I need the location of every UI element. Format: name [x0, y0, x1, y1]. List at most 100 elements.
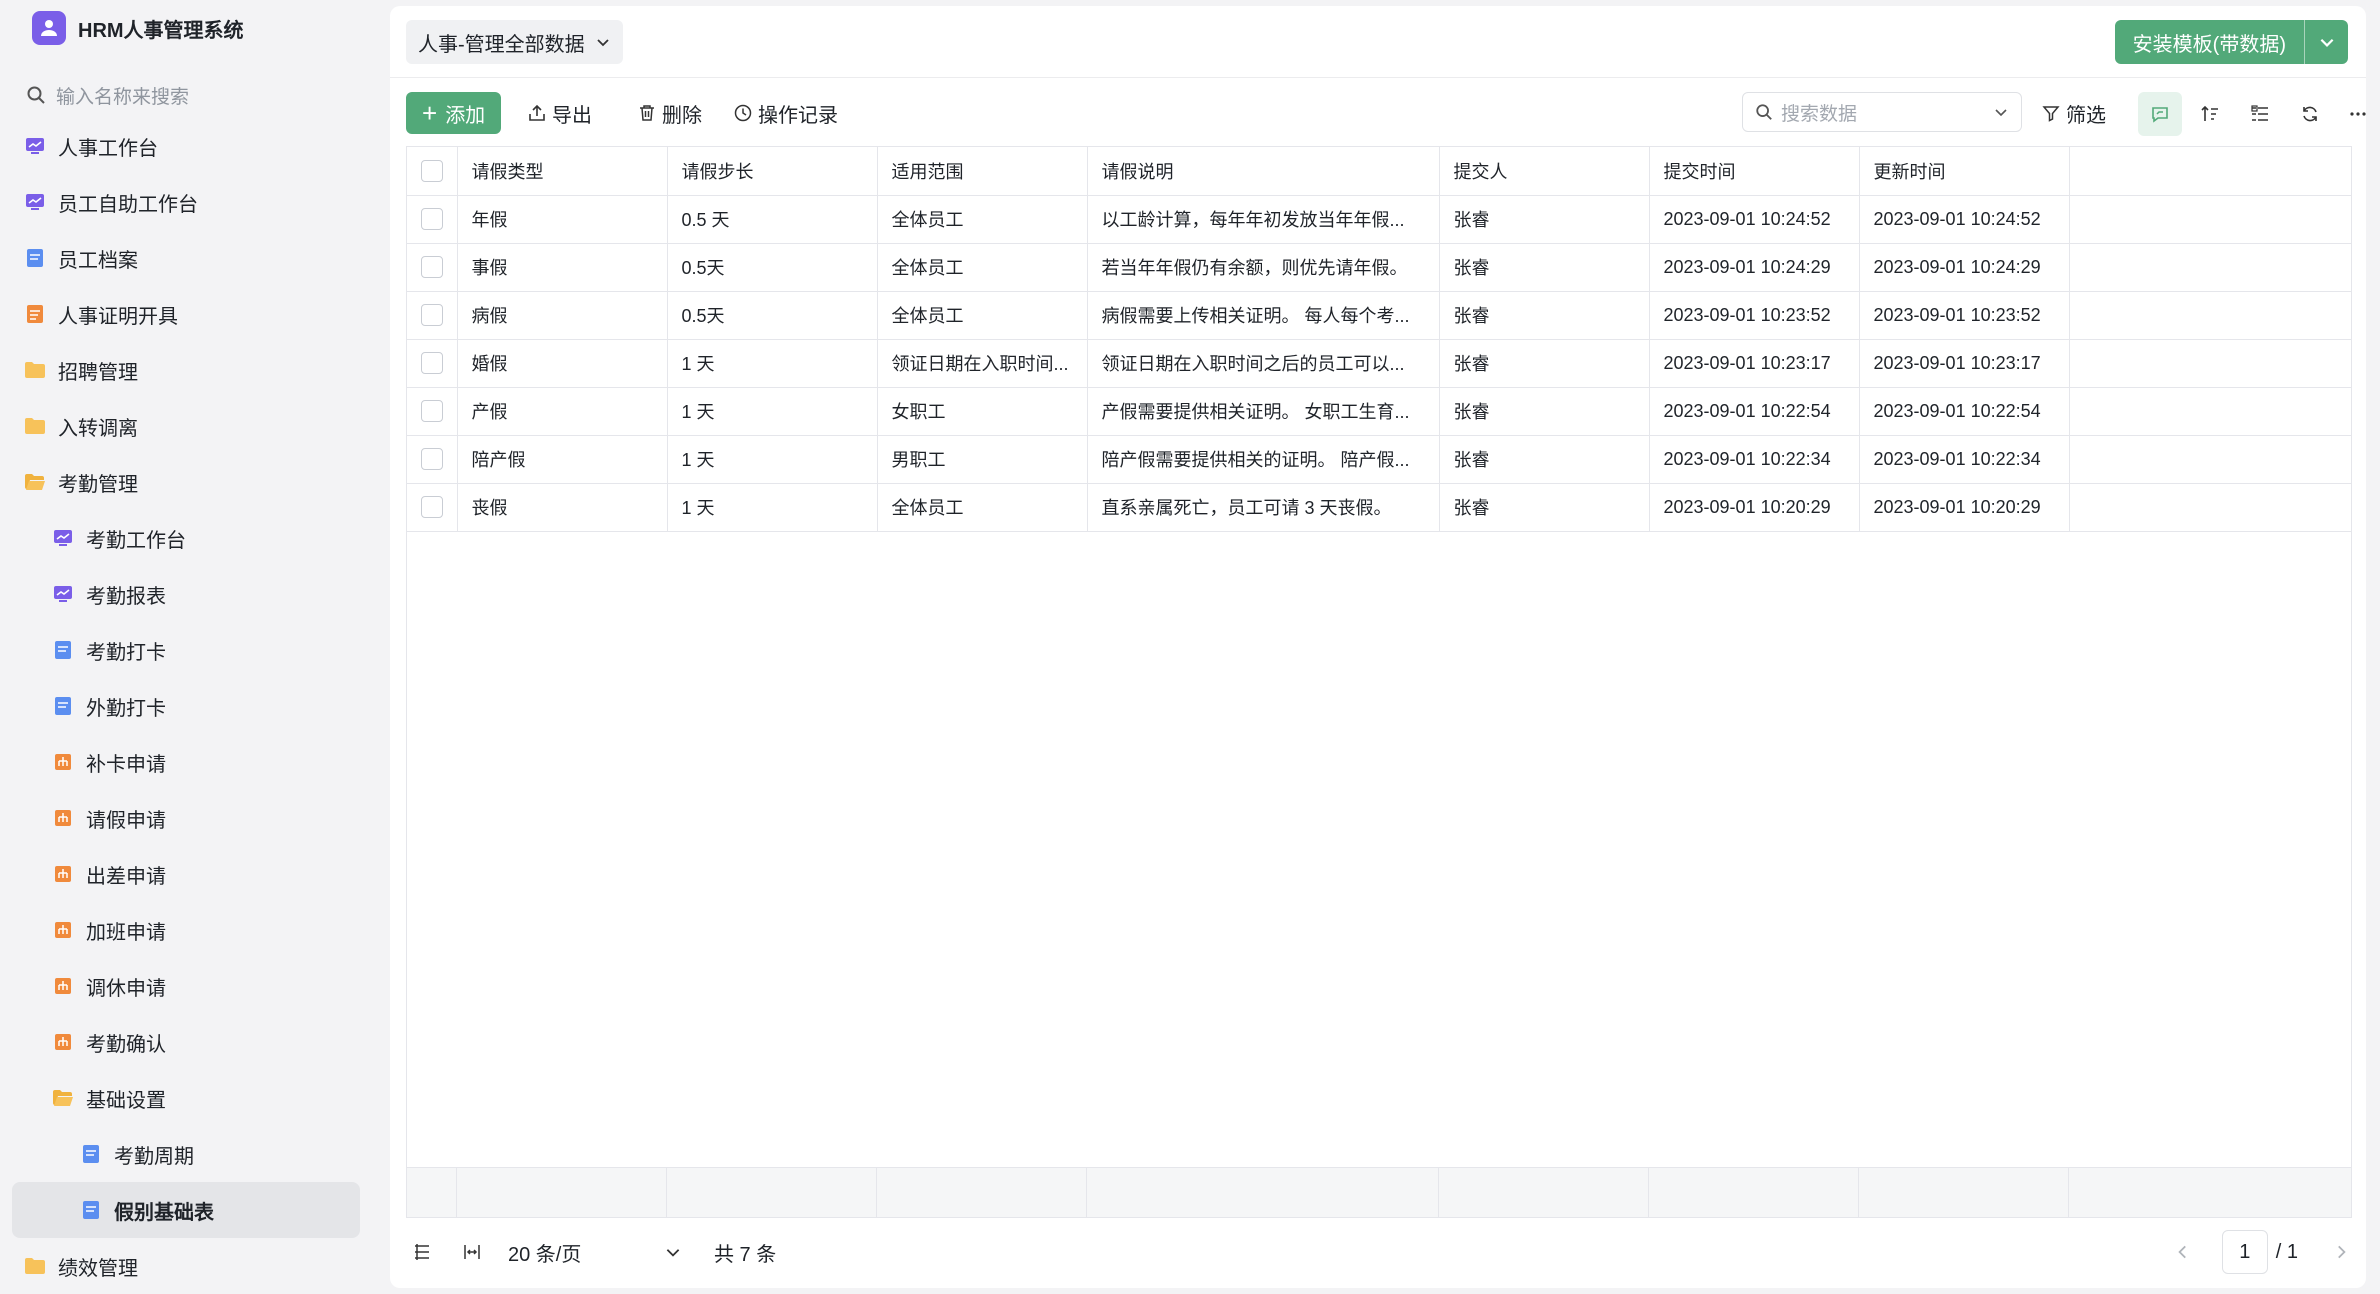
cell-description[interactable]: 病假需要上传相关证明。 每人每个考... — [1087, 291, 1440, 340]
install-template-button[interactable]: 安装模板(带数据) — [2114, 20, 2348, 64]
sidebar-item[interactable]: 员工档案 — [12, 230, 360, 286]
sidebar-item[interactable]: 考勤周期 — [12, 1126, 360, 1182]
sidebar-item[interactable]: 考勤工作台 — [12, 510, 360, 566]
table-row[interactable]: 婚假 1 天领证日期在入职时间... 领证日期在入职时间之后的员工可以... 张睿 20… — [407, 339, 2352, 388]
cell-scope[interactable]: 男职工 — [877, 435, 1088, 484]
row-checkbox[interactable] — [420, 400, 443, 423]
column-header-description[interactable]: 请假说明 — [1087, 147, 1440, 196]
cell-leave-step[interactable]: 0.5 天 — [667, 195, 878, 244]
cell-submitter[interactable]: 张睿 — [1439, 339, 1650, 388]
select-all-checkbox[interactable] — [420, 159, 443, 182]
data-search-input[interactable]: 搜索数据 — [1742, 92, 2022, 132]
row-checkbox[interactable] — [420, 256, 443, 279]
sidebar-item[interactable]: 假别基础表 — [12, 1182, 360, 1238]
cell-update-time[interactable]: 2023-09-01 10:22:54 — [1859, 387, 2070, 436]
chevron-right-icon[interactable] — [2332, 1243, 2350, 1261]
cell-leave-step[interactable]: 1 天 — [667, 387, 878, 436]
select-all-checkbox-cell[interactable] — [407, 147, 458, 196]
cell-leave-type[interactable]: 婚假 — [457, 339, 668, 388]
cell-leave-type[interactable]: 丧假 — [457, 483, 668, 532]
table-row[interactable]: 产假 1 天女职工 产假需要提供相关证明。 女职工生育... 张睿 2023-09-01… — [407, 387, 2352, 436]
cell-description[interactable]: 领证日期在入职时间之后的员工可以... — [1087, 339, 1440, 388]
column-header-update-time[interactable]: 更新时间 — [1859, 147, 2070, 196]
sidebar-item[interactable]: 考勤打卡 — [12, 622, 360, 678]
cell-description[interactable]: 若当年年假仍有余额，则优先请年假。 — [1087, 243, 1440, 292]
cell-description[interactable]: 产假需要提供相关证明。 女职工生育... — [1087, 387, 1440, 436]
cell-scope[interactable]: 女职工 — [877, 387, 1088, 436]
cell-leave-step[interactable]: 0.5天 — [667, 243, 878, 292]
install-dropdown-button[interactable] — [2304, 20, 2348, 64]
sidebar-item[interactable]: 入转调离 — [12, 398, 360, 454]
column-width-icon[interactable] — [462, 1242, 482, 1262]
cell-submit-time[interactable]: 2023-09-01 10:24:52 — [1649, 195, 1860, 244]
page-size-select[interactable]: 20 条/页 — [508, 1238, 682, 1267]
cell-scope[interactable]: 全体员工 — [877, 195, 1088, 244]
comment-view-button[interactable] — [2138, 92, 2182, 136]
cell-submit-time[interactable]: 2023-09-01 10:23:52 — [1649, 291, 1860, 340]
filter-button[interactable]: 筛选 — [2042, 92, 2106, 134]
row-height-icon[interactable] — [412, 1242, 432, 1262]
cell-submit-time[interactable]: 2023-09-01 10:23:17 — [1649, 339, 1860, 388]
sidebar-item[interactable]: 绩效管理 — [12, 1238, 360, 1294]
column-header-submitter[interactable]: 提交人 — [1439, 147, 1650, 196]
row-checkbox[interactable] — [420, 496, 443, 519]
cell-submitter[interactable]: 张睿 — [1439, 387, 1650, 436]
cell-update-time[interactable]: 2023-09-01 10:20:29 — [1859, 483, 2070, 532]
cell-submitter[interactable]: 张睿 — [1439, 291, 1650, 340]
row-checkbox[interactable] — [420, 208, 443, 231]
sidebar-search[interactable]: 输入名称来搜索 — [26, 80, 189, 110]
sort-button[interactable] — [2188, 92, 2232, 136]
sidebar-item[interactable]: 考勤管理 — [12, 454, 360, 510]
column-header-scope[interactable]: 适用范围 — [877, 147, 1088, 196]
cell-submit-time[interactable]: 2023-09-01 10:20:29 — [1649, 483, 1860, 532]
cell-update-time[interactable]: 2023-09-01 10:23:52 — [1859, 291, 2070, 340]
cell-submitter[interactable]: 张睿 — [1439, 483, 1650, 532]
table-row[interactable]: 事假 0.5天 全体员工 若当年年假仍有余额，则优先请年假。 张睿 2023-09-01 … — [407, 243, 2352, 292]
sidebar-item[interactable]: 加班申请 — [12, 902, 360, 958]
cell-update-time[interactable]: 2023-09-01 10:22:34 — [1859, 435, 2070, 484]
cell-scope[interactable]: 全体员工 — [877, 243, 1088, 292]
cell-scope[interactable]: 全体员工 — [877, 483, 1088, 532]
table-row[interactable]: 年假 0.5 天全体员工 以工龄计算，每年年初发放当年年假... 张睿 2023-09-… — [407, 195, 2352, 244]
sidebar-item[interactable]: 请假申请 — [12, 790, 360, 846]
cell-submitter[interactable]: 张睿 — [1439, 435, 1650, 484]
column-header-submit-time[interactable]: 提交时间 — [1649, 147, 1860, 196]
row-checkbox-cell[interactable] — [407, 483, 458, 532]
cell-leave-type[interactable]: 年假 — [457, 195, 668, 244]
cell-submit-time[interactable]: 2023-09-01 10:22:34 — [1649, 435, 1860, 484]
group-button[interactable] — [2238, 92, 2282, 136]
cell-leave-type[interactable]: 病假 — [457, 291, 668, 340]
install-template-label[interactable]: 安装模板(带数据) — [2114, 20, 2304, 64]
row-checkbox-cell[interactable] — [407, 387, 458, 436]
current-page-input[interactable]: 1 — [2221, 1230, 2268, 1274]
operation-log-button[interactable]: 操作记录 — [734, 92, 838, 134]
row-checkbox-cell[interactable] — [407, 291, 458, 340]
add-button[interactable]: + 添加 — [406, 92, 502, 134]
sidebar-item[interactable]: 出差申请 — [12, 846, 360, 902]
view-selector[interactable]: 人事-管理全部数据 — [406, 20, 623, 64]
chevron-down-icon[interactable] — [1993, 104, 2009, 120]
sidebar-item[interactable]: 人事工作台 — [12, 118, 360, 174]
sidebar-item[interactable]: 调休申请 — [12, 958, 360, 1014]
cell-leave-step[interactable]: 0.5天 — [667, 291, 878, 340]
cell-leave-step[interactable]: 1 天 — [667, 483, 878, 532]
sidebar-item[interactable]: 考勤报表 — [12, 566, 360, 622]
cell-submitter[interactable]: 张睿 — [1439, 195, 1650, 244]
cell-scope[interactable]: 全体员工 — [877, 291, 1088, 340]
sidebar-item[interactable]: 补卡申请 — [12, 734, 360, 790]
row-checkbox-cell[interactable] — [407, 243, 458, 292]
sidebar-item[interactable]: 人事证明开具 — [12, 286, 360, 342]
column-header-leave-type[interactable]: 请假类型 — [457, 147, 668, 196]
row-checkbox[interactable] — [420, 304, 443, 327]
sidebar-item[interactable]: 考勤确认 — [12, 1014, 360, 1070]
cell-submit-time[interactable]: 2023-09-01 10:22:54 — [1649, 387, 1860, 436]
row-checkbox[interactable] — [420, 352, 443, 375]
cell-submitter[interactable]: 张睿 — [1439, 243, 1650, 292]
column-header-leave-step[interactable]: 请假步长 — [667, 147, 878, 196]
sidebar-item[interactable]: 外勤打卡 — [12, 678, 360, 734]
cell-leave-step[interactable]: 1 天 — [667, 435, 878, 484]
cell-update-time[interactable]: 2023-09-01 10:24:29 — [1859, 243, 2070, 292]
cell-description[interactable]: 陪产假需要提供相关的证明。 陪产假... — [1087, 435, 1440, 484]
row-checkbox-cell[interactable] — [407, 339, 458, 388]
table-row[interactable]: 丧假 1 天全体员工 直系亲属死亡，员工可请 3 天丧假。 张睿 2023-09-01 … — [407, 483, 2352, 532]
